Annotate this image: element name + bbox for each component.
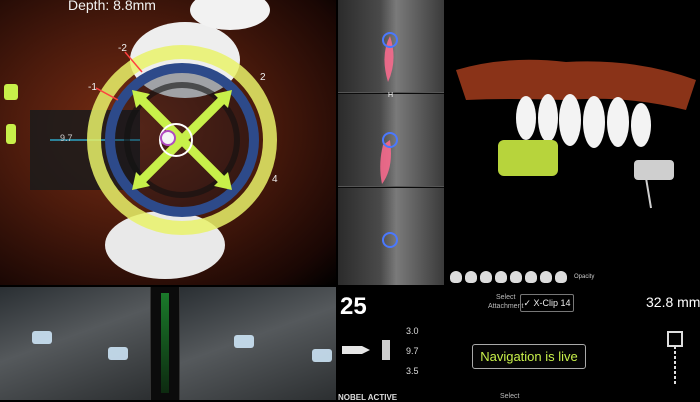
implant-body: [342, 346, 362, 354]
implant-marker: [382, 232, 398, 248]
view-preset-icon[interactable]: [480, 271, 492, 283]
ring-tick-label: -1: [88, 82, 97, 93]
slice-label: H: [388, 92, 394, 99]
camera-feed-right: [180, 287, 336, 400]
select-attachment-label: Select Attachment: [488, 293, 523, 311]
attachment-icon: [667, 331, 683, 386]
ring-tick-label: 2: [260, 72, 266, 83]
tracker-arm: [634, 160, 674, 180]
jaw-3d-view: Opacity: [446, 0, 700, 285]
view-preset-icon[interactable]: [510, 271, 522, 283]
tooth: [516, 96, 536, 140]
tooth: [583, 96, 605, 148]
camera-feed-left: [0, 287, 150, 400]
view-preset-icon[interactable]: [465, 271, 477, 283]
attachment-select[interactable]: ✓ X-Clip 14: [520, 294, 574, 312]
ring-tick-label: -2: [118, 43, 127, 54]
ct-overlay: [380, 32, 398, 248]
teeth-row: [516, 94, 651, 148]
implant-platform: 3.5: [406, 366, 419, 376]
tracker-marker: [108, 347, 128, 360]
view-preset-icon[interactable]: [450, 271, 462, 283]
implant-tip: [362, 346, 370, 354]
implant-outline: [384, 36, 394, 82]
implant-count: 25: [340, 293, 367, 320]
drill-tip-marker: [160, 130, 176, 146]
implant-brand-label: NOBEL ACTIVE: [338, 393, 398, 402]
signal-meter: [150, 287, 180, 400]
tooth-tool-icon[interactable]: [4, 84, 18, 100]
meter-bar: [161, 293, 169, 393]
depth-readout: Depth: 8.8mm: [68, 0, 156, 13]
ct-slice-column: H: [338, 0, 444, 285]
view-preset-icon[interactable]: [495, 271, 507, 283]
implant-graphic: [342, 340, 390, 360]
bottom-select-label: Select: [500, 393, 520, 400]
distance-readout: 32.8 mm: [646, 294, 700, 310]
view-preset-bar: Opacity: [450, 270, 696, 284]
ring-tick-label: 4: [272, 174, 278, 185]
navigation-graphics: [4, 0, 277, 279]
select-label-line: Select: [495, 294, 516, 301]
tracker-marker: [234, 335, 254, 348]
view-preset-icon[interactable]: [555, 271, 567, 283]
implant-diameter: 3.0: [406, 326, 419, 336]
implant-length: 9.7: [406, 346, 419, 356]
side-value: 9.7: [60, 133, 73, 143]
view-preset-icon[interactable]: [525, 271, 537, 283]
drill-handpiece: [498, 140, 558, 176]
opacity-label: Opacity: [574, 274, 595, 280]
navigation-3d-view: Depth: 8.8mm -2 -1 2 4 9.7: [0, 0, 336, 285]
select-label-line: Attachment: [488, 303, 524, 310]
tooth: [631, 103, 651, 147]
tooth: [607, 97, 629, 147]
view-preset-icon[interactable]: [540, 271, 552, 283]
navigation-status-badge: Navigation is live: [472, 344, 586, 369]
implant-tool-icon[interactable]: [6, 124, 16, 144]
implant-icon: [382, 340, 390, 360]
tracker-marker: [312, 349, 332, 362]
tracker-marker: [32, 331, 52, 344]
jaw-graphics: [456, 59, 696, 209]
tooth: [559, 94, 581, 146]
camera-feeds: [0, 287, 336, 400]
tracker-pin: [645, 177, 652, 209]
tooth: [538, 94, 558, 142]
